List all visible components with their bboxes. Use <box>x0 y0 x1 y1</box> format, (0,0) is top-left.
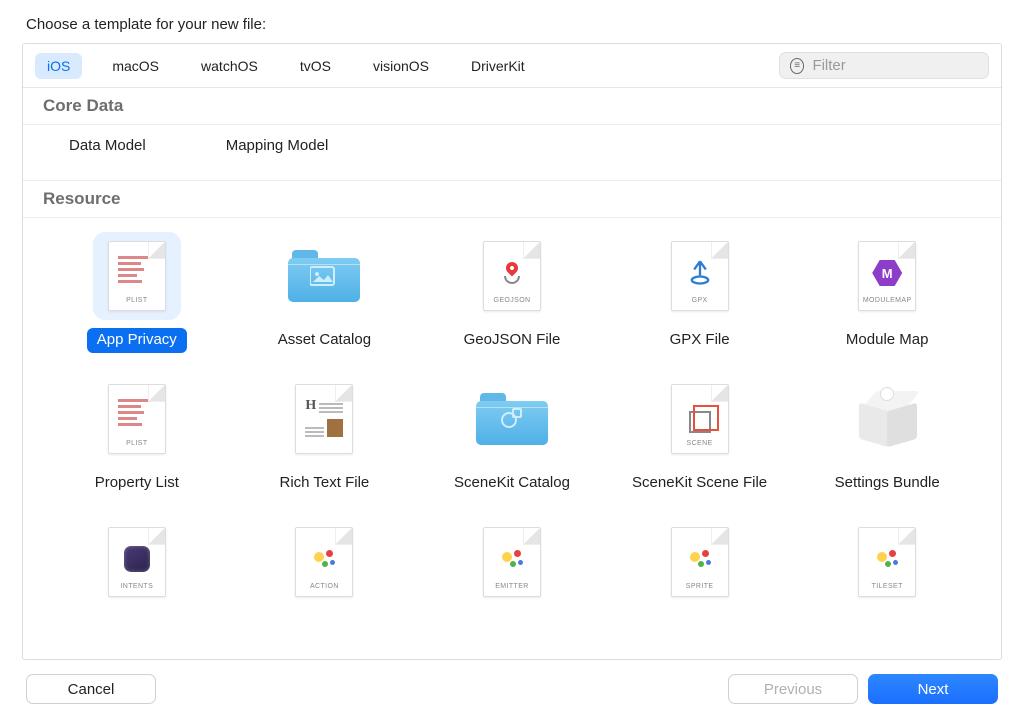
template-label: App Privacy <box>87 328 187 353</box>
template-label: GeoJSON File <box>454 328 571 353</box>
dialog-prompt: Choose a template for your new file: <box>26 16 998 33</box>
filter-input[interactable] <box>810 56 978 75</box>
cancel-button[interactable]: Cancel <box>26 674 156 704</box>
template-item[interactable]: SceneKit Catalog <box>418 375 606 496</box>
previous-button: Previous <box>728 674 858 704</box>
template-item[interactable]: GPX GPX File <box>606 232 794 353</box>
coredata-item[interactable]: Mapping Model <box>226 137 329 154</box>
template-icon: PLIST <box>93 232 181 320</box>
platform-tab-driverkit[interactable]: DriverKit <box>459 53 537 79</box>
template-label: GPX File <box>660 328 740 353</box>
template-icon: H <box>280 375 368 463</box>
template-label: SceneKit Scene File <box>622 471 777 496</box>
template-icon <box>280 232 368 320</box>
template-item[interactable]: ACTION <box>231 518 419 636</box>
template-icon <box>843 375 931 463</box>
template-label: Property List <box>85 471 189 496</box>
dialog-footer: Cancel Previous Next <box>22 660 1002 722</box>
template-icon: GEOJSON <box>468 232 556 320</box>
template-label: SceneKit Catalog <box>444 471 580 496</box>
section-header-coredata: Core Data <box>23 88 1001 125</box>
template-item[interactable]: H Rich Text File <box>231 375 419 496</box>
template-label: Asset Catalog <box>268 328 381 353</box>
template-panel: iOS macOS watchOS tvOS visionOS DriverKit Cor… <box>22 43 1002 660</box>
template-icon: SCENE <box>656 375 744 463</box>
template-label: Rich Text File <box>270 471 380 496</box>
filter-field[interactable] <box>779 52 989 79</box>
template-label: Settings Bundle <box>825 471 950 496</box>
template-icon <box>468 375 556 463</box>
template-icon: EMITTER <box>468 518 556 606</box>
template-icon: INTENTS <box>93 518 181 606</box>
platform-tab-tvos[interactable]: tvOS <box>288 53 343 79</box>
template-label <box>690 614 710 636</box>
template-label: Module Map <box>836 328 939 353</box>
section-header-resource: Resource <box>23 181 1001 218</box>
template-icon: MMODULEMAP <box>843 232 931 320</box>
filter-icon <box>790 58 804 74</box>
platform-tabbar: iOS macOS watchOS tvOS visionOS DriverKit <box>23 44 1001 88</box>
template-item[interactable]: SCENE SceneKit Scene File <box>606 375 794 496</box>
template-item[interactable]: INTENTS <box>43 518 231 636</box>
template-icon: PLIST <box>93 375 181 463</box>
platform-tab-visionos[interactable]: visionOS <box>361 53 441 79</box>
template-item[interactable]: Settings Bundle <box>793 375 981 496</box>
template-item[interactable]: TILESET <box>793 518 981 636</box>
next-button[interactable]: Next <box>868 674 998 704</box>
template-label <box>877 614 897 636</box>
platform-tab-watchos[interactable]: watchOS <box>189 53 270 79</box>
template-item[interactable]: PLIST Property List <box>43 375 231 496</box>
platform-tab-macos[interactable]: macOS <box>100 53 171 79</box>
template-icon: ACTION <box>280 518 368 606</box>
template-item[interactable]: GEOJSON GeoJSON File <box>418 232 606 353</box>
template-item[interactable]: SPRITE <box>606 518 794 636</box>
template-icon: GPX <box>656 232 744 320</box>
template-item[interactable]: EMITTER <box>418 518 606 636</box>
platform-tab-ios[interactable]: iOS <box>35 53 82 79</box>
template-item[interactable]: PLIST App Privacy <box>43 232 231 353</box>
template-item[interactable]: Asset Catalog <box>231 232 419 353</box>
template-label <box>127 614 147 636</box>
template-label <box>314 614 334 636</box>
template-icon: TILESET <box>843 518 931 606</box>
template-scroll[interactable]: Core Data Data Model Mapping Model Resour… <box>23 88 1001 659</box>
template-label <box>502 614 522 636</box>
template-item[interactable]: MMODULEMAP Module Map <box>793 232 981 353</box>
coredata-item[interactable]: Data Model <box>69 137 146 154</box>
template-icon: SPRITE <box>656 518 744 606</box>
